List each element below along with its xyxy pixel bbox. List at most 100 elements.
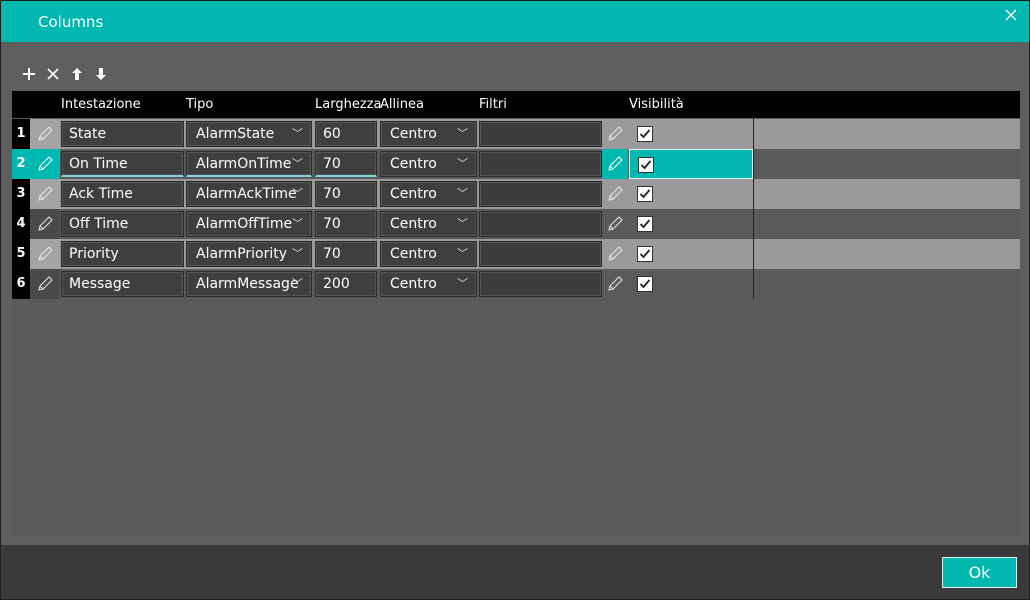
table-row[interactable]: 6 Message AlarmMessage ﹀ 200 Centro ﹀ xyxy=(12,269,1020,299)
pencil-icon[interactable] xyxy=(30,119,60,149)
filter-field[interactable] xyxy=(479,271,602,297)
pencil-icon[interactable] xyxy=(30,209,60,239)
row-number: 1 xyxy=(12,119,30,149)
chevron-down-icon: ﹀ xyxy=(457,247,468,260)
pencil-icon[interactable] xyxy=(602,179,628,209)
visibility-cell xyxy=(629,209,753,239)
row-number: 2 xyxy=(12,149,30,179)
visibility-cell xyxy=(629,149,753,179)
table-row[interactable]: 5 Priority AlarmPriority ﹀ 70 Centro ﹀ xyxy=(12,239,1020,269)
chevron-down-icon: ﹀ xyxy=(292,247,303,260)
row-number: 4 xyxy=(12,209,30,239)
filter-field[interactable] xyxy=(479,241,602,267)
width-field[interactable]: 70 xyxy=(315,181,377,207)
columns-dialog: Columns Intestazione Tipo Larghezza Alli… xyxy=(0,0,1030,600)
visibility-cell xyxy=(629,119,753,149)
column-divider xyxy=(753,118,754,299)
header-field[interactable]: Off Time xyxy=(61,211,184,237)
chevron-down-icon: ﹀ xyxy=(292,127,303,140)
align-value: Centro xyxy=(390,186,437,202)
header-field[interactable]: Message xyxy=(61,271,184,297)
header-visibilita: Visibilità xyxy=(629,97,684,112)
header-allinea: Allinea xyxy=(380,97,424,112)
width-field[interactable]: 70 xyxy=(315,211,377,237)
row-number: 5 xyxy=(12,239,30,269)
chevron-down-icon: ﹀ xyxy=(457,217,468,230)
toolbar xyxy=(20,65,110,85)
width-field[interactable]: 60 xyxy=(315,121,377,147)
pencil-icon[interactable] xyxy=(30,269,60,299)
align-value: Centro xyxy=(390,276,437,292)
visibility-checkbox[interactable] xyxy=(637,276,653,292)
width-field[interactable]: 70 xyxy=(315,241,377,267)
header-tipo: Tipo xyxy=(186,97,214,112)
header-filtri: Filtri xyxy=(479,97,507,112)
dialog-footer: Ok xyxy=(1,545,1029,599)
row-number: 3 xyxy=(12,179,30,209)
align-dropdown[interactable]: Centro ﹀ xyxy=(380,151,477,177)
filter-field[interactable] xyxy=(479,211,602,237)
filter-field[interactable] xyxy=(479,151,602,177)
visibility-checkbox[interactable] xyxy=(638,157,654,173)
align-value: Centro xyxy=(390,156,437,172)
pencil-icon[interactable] xyxy=(30,179,60,209)
grid-header: Intestazione Tipo Larghezza Allinea Filt… xyxy=(12,91,1020,118)
width-field[interactable]: 70 xyxy=(315,151,377,177)
align-value: Centro xyxy=(390,216,437,232)
width-field[interactable]: 200 xyxy=(315,271,377,297)
plus-icon[interactable] xyxy=(20,65,38,83)
visibility-checkbox[interactable] xyxy=(637,246,653,262)
type-value: AlarmOffTime xyxy=(196,216,293,232)
visibility-checkbox[interactable] xyxy=(637,186,653,202)
header-field[interactable]: On Time xyxy=(61,151,184,177)
header-field[interactable]: State xyxy=(61,121,184,147)
align-value: Centro xyxy=(390,246,437,262)
table-row[interactable]: 4 Off Time AlarmOffTime ﹀ 70 Centro ﹀ xyxy=(12,209,1020,239)
filter-field[interactable] xyxy=(479,121,602,147)
type-dropdown[interactable]: AlarmOffTime ﹀ xyxy=(186,211,312,237)
table-row[interactable]: 3 Ack Time AlarmAckTime ﹀ 70 Centro ﹀ xyxy=(12,179,1020,209)
arrow-down-icon[interactable] xyxy=(92,65,110,83)
type-dropdown[interactable]: AlarmMessage ﹀ xyxy=(186,271,312,297)
type-dropdown[interactable]: AlarmPriority ﹀ xyxy=(186,241,312,267)
chevron-down-icon: ﹀ xyxy=(292,187,303,200)
title-bar: Columns xyxy=(1,1,1029,42)
type-value: AlarmOnTime xyxy=(196,156,292,172)
align-dropdown[interactable]: Centro ﹀ xyxy=(380,121,477,147)
chevron-down-icon: ﹀ xyxy=(457,277,468,290)
pencil-icon[interactable] xyxy=(30,239,60,269)
header-field[interactable]: Ack Time xyxy=(61,181,184,207)
type-dropdown[interactable]: AlarmOnTime ﹀ xyxy=(186,151,312,177)
pencil-icon[interactable] xyxy=(602,209,628,239)
align-dropdown[interactable]: Centro ﹀ xyxy=(380,181,477,207)
chevron-down-icon: ﹀ xyxy=(457,127,468,140)
pencil-icon[interactable] xyxy=(602,119,628,149)
header-field[interactable]: Priority xyxy=(61,241,184,267)
filter-field[interactable] xyxy=(479,181,602,207)
arrow-up-icon[interactable] xyxy=(68,65,86,83)
row-number: 6 xyxy=(12,269,30,299)
chevron-down-icon: ﹀ xyxy=(457,187,468,200)
close-icon[interactable] xyxy=(1003,7,1019,23)
align-dropdown[interactable]: Centro ﹀ xyxy=(380,211,477,237)
visibility-cell xyxy=(629,239,753,269)
pencil-icon[interactable] xyxy=(602,149,628,179)
pencil-icon[interactable] xyxy=(602,239,628,269)
align-dropdown[interactable]: Centro ﹀ xyxy=(380,271,477,297)
type-dropdown[interactable]: AlarmAckTime ﹀ xyxy=(186,181,312,207)
visibility-checkbox[interactable] xyxy=(637,216,653,232)
x-icon[interactable] xyxy=(44,65,62,83)
table-row[interactable]: 1 State AlarmState ﹀ 60 Centro ﹀ xyxy=(12,119,1020,149)
chevron-down-icon: ﹀ xyxy=(292,157,303,170)
pencil-icon[interactable] xyxy=(602,269,628,299)
type-value: AlarmAckTime xyxy=(196,186,297,202)
ok-button[interactable]: Ok xyxy=(942,557,1017,588)
header-intestazione: Intestazione xyxy=(61,97,141,112)
align-dropdown[interactable]: Centro ﹀ xyxy=(380,241,477,267)
chevron-down-icon: ﹀ xyxy=(292,277,303,290)
visibility-cell xyxy=(629,269,753,299)
pencil-icon[interactable] xyxy=(30,149,60,179)
type-dropdown[interactable]: AlarmState ﹀ xyxy=(186,121,312,147)
visibility-checkbox[interactable] xyxy=(637,126,653,142)
table-row[interactable]: 2 On Time AlarmOnTime ﹀ 70 Centro ﹀ xyxy=(12,149,1020,179)
